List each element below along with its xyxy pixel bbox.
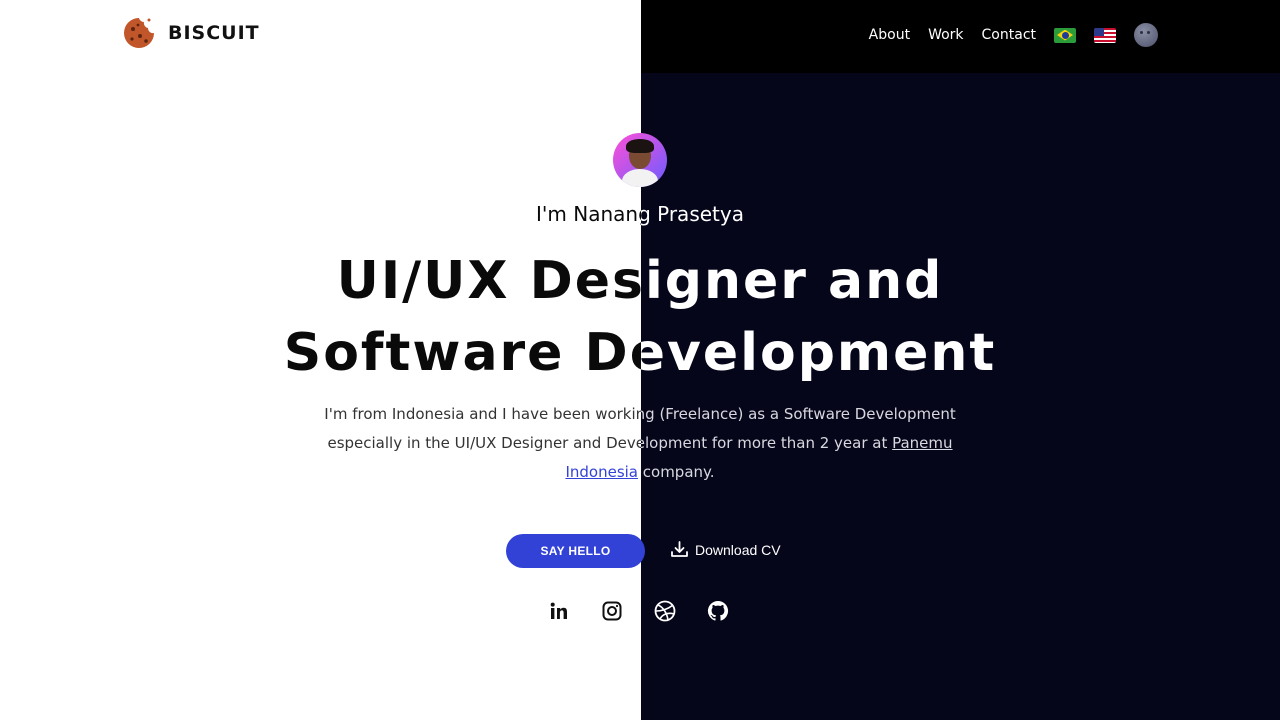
download-icon xyxy=(671,541,688,557)
avatar xyxy=(613,133,667,187)
github-icon-dark[interactable] xyxy=(707,600,729,622)
avatar-hair xyxy=(626,139,654,153)
instagram-icon[interactable] xyxy=(601,600,623,622)
dribbble-icon-dark[interactable] xyxy=(654,600,676,622)
company-link-dark[interactable]: Panemu xyxy=(892,434,952,452)
download-cv-label: Download CV xyxy=(695,541,781,558)
avatar-body xyxy=(622,169,658,187)
description-suffix-dark: company. xyxy=(638,463,715,481)
linkedin-icon[interactable] xyxy=(548,600,570,622)
say-hello-button[interactable]: SAY HELLO xyxy=(506,534,645,568)
download-cv-button[interactable]: Download CV xyxy=(670,540,781,559)
company-link-2[interactable]: Indonesia xyxy=(565,463,638,481)
page: BISCUIT About Work Contact I'm Nanang Pr… xyxy=(0,0,1280,720)
